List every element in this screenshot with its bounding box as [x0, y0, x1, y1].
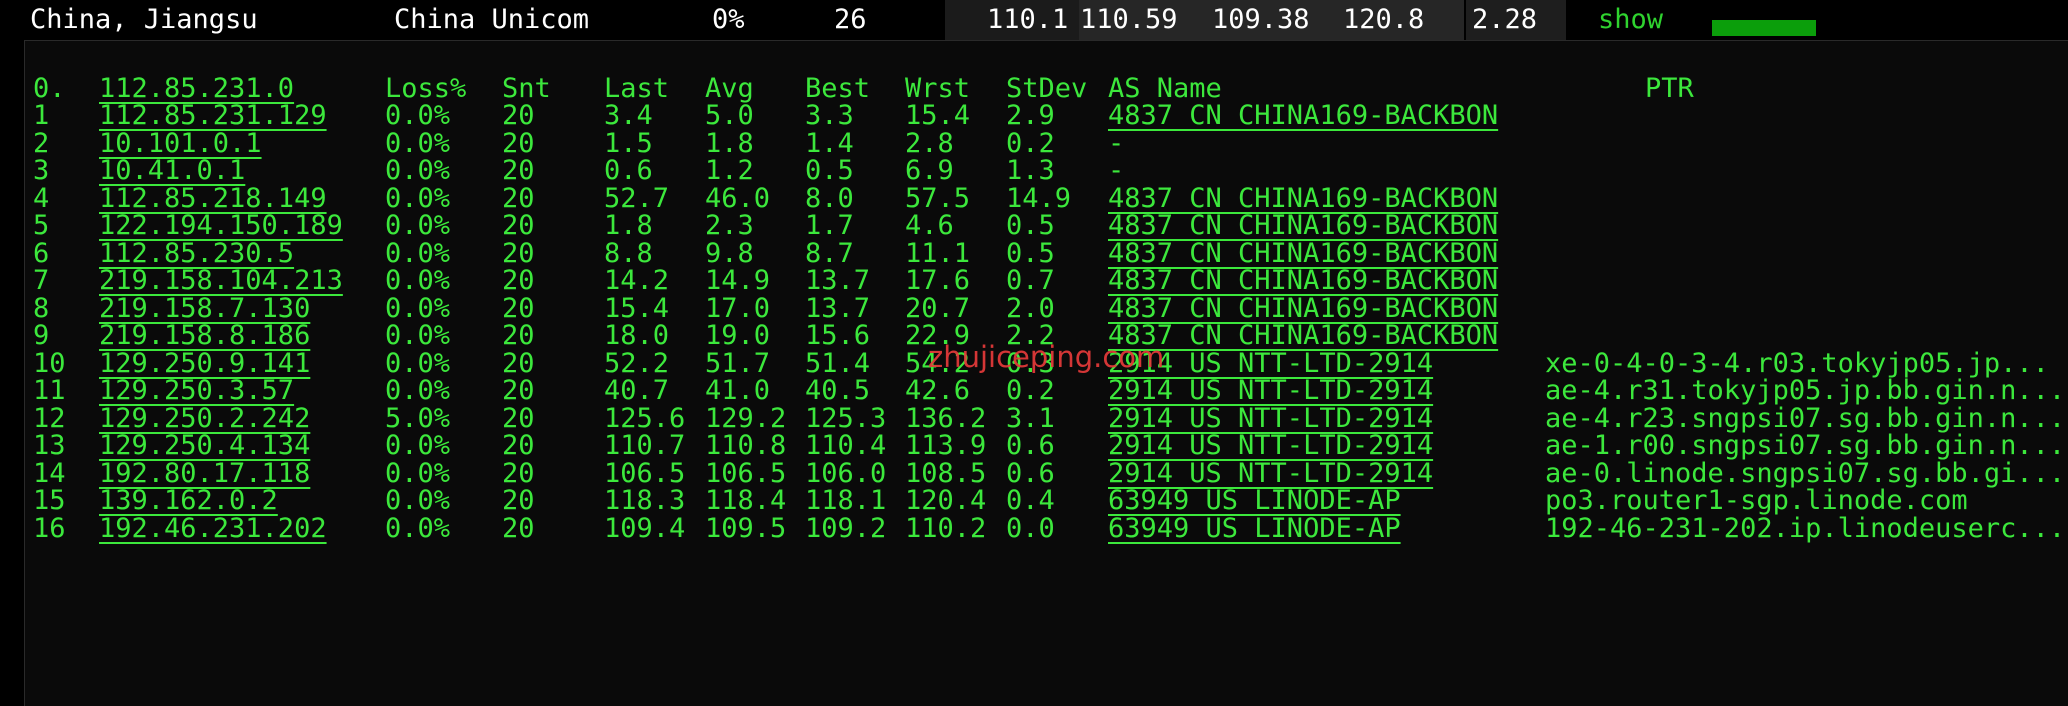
summary-avg: 110.59	[1080, 4, 1178, 35]
summary-loss: 0%	[712, 4, 745, 35]
hop-stdev: 0.0	[1006, 512, 1055, 544]
summary-location: China, Jiangsu	[30, 4, 258, 35]
hop-sent: 20	[502, 512, 535, 544]
summary-worst: 120.8	[1343, 4, 1425, 35]
summary-row: China, Jiangsu China Unicom 0% 26 110.1 …	[0, 0, 2068, 40]
hop-avg: 109.5	[705, 512, 787, 544]
summary-last: 110.1	[945, 0, 1079, 40]
summary-stdev: 2.28	[1466, 0, 1566, 40]
summary-isp: China Unicom	[394, 4, 590, 35]
table-row: 16 192.46.231.202 0.0% 20 109.4 109.5 109.2 110…	[25, 511, 2068, 547]
hop-loss: 0.0%	[385, 512, 451, 544]
hop-as-link[interactable]: 63949 US LINODE-AP	[1108, 511, 1401, 547]
summary-sent: 26	[834, 4, 867, 35]
summary-loss-bar-fill	[1712, 20, 1816, 36]
summary-loss-bar	[1712, 20, 1816, 36]
hop-number: 16	[33, 512, 66, 544]
summary-best: 109.38	[1212, 4, 1310, 35]
hop-ptr: 192-46-231-202.ip.linodeuserc...	[1545, 512, 2066, 544]
hop-last: 109.4	[604, 512, 686, 544]
show-link[interactable]: show	[1598, 0, 1663, 40]
hop-worst: 110.2	[905, 512, 987, 544]
hop-best: 109.2	[805, 512, 887, 544]
mtr-output-panel: 0. 112.85.231.0 Loss% Snt Last Avg Best …	[24, 40, 2068, 706]
hop-host-link[interactable]: 192.46.231.202	[99, 511, 327, 547]
